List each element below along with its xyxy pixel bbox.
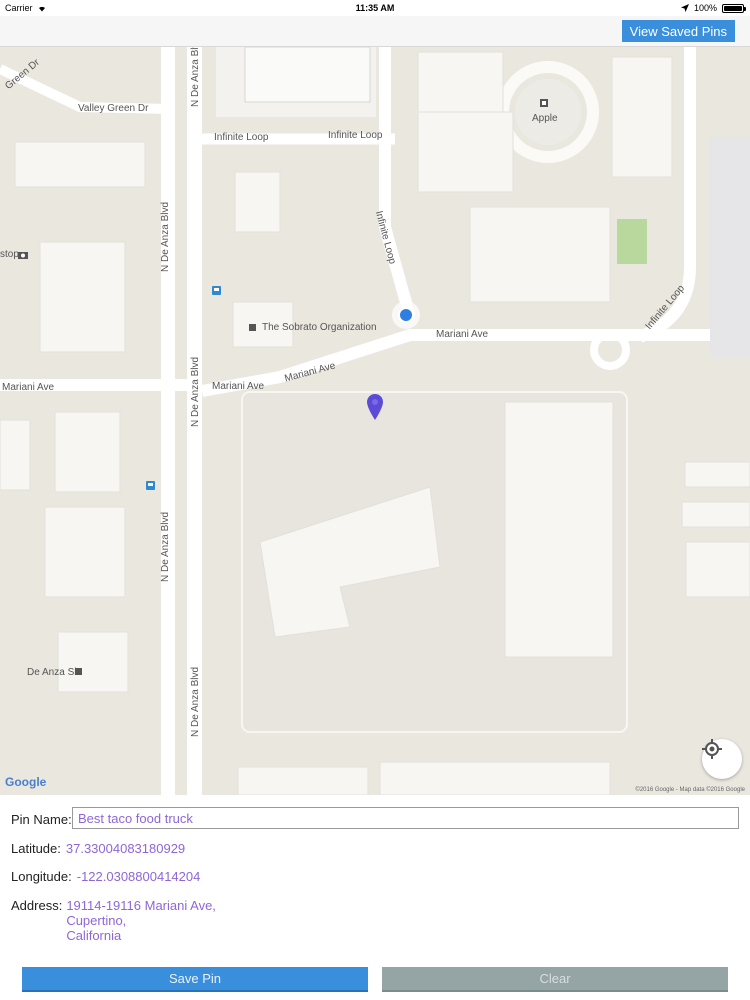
status-time: 11:35 AM — [355, 3, 395, 13]
address-row: Address: 19114-19116 Mariani Ave, Cupert… — [11, 898, 216, 943]
location-arrow-icon — [680, 4, 689, 12]
bus-stop-icon — [146, 481, 155, 490]
address-line-1: 19114-19116 Mariani Ave, — [66, 898, 216, 913]
google-logo: Google — [5, 775, 47, 789]
map-label-infinite-loop-2: Infinite Loop — [328, 130, 383, 141]
status-right: 100% — [680, 3, 746, 13]
map-label-de-anza-six: De Anza Six — [27, 667, 82, 678]
map-attribution[interactable]: ©2016 Google - Map data ©2016 Google — [635, 787, 745, 793]
current-location-dot[interactable] — [392, 301, 420, 329]
my-location-button[interactable] — [702, 739, 742, 779]
map-label-valley-green-dr: Valley Green Dr — [78, 103, 149, 114]
address-value: 19114-19116 Mariani Ave, Cupertino, Cali… — [66, 898, 216, 943]
map-label-n-de-anza-5: N De Anza Blvd — [190, 666, 201, 737]
map-label-n-de-anza-2: N De Anza Blvd — [160, 201, 171, 272]
de-anza-six-poi-icon — [75, 668, 82, 675]
navigation-bar: View Saved Pins — [0, 16, 750, 47]
map-label-n-de-anza-3: N De Anza Blvd — [190, 356, 201, 427]
address-label: Address: — [11, 898, 63, 913]
map-label-sobrato: The Sobrato Organization — [262, 322, 377, 333]
camera-poi-icon — [18, 252, 28, 259]
status-bar: Carrier 11:35 AM 100% — [0, 0, 750, 16]
battery-icon — [722, 3, 746, 13]
map-label-apple: Apple — [532, 113, 558, 124]
map-label-stop: stop — [0, 249, 19, 260]
latitude-label: Latitude: — [11, 841, 61, 856]
save-pin-button[interactable]: Save Pin — [22, 967, 368, 992]
crosshair-icon — [702, 739, 722, 759]
bus-stop-icon — [212, 286, 221, 295]
pin-name-input[interactable] — [72, 807, 739, 829]
map-label-n-de-anza-4: N De Anza Blvd — [160, 511, 171, 582]
map-label-mariani-ave-2: Mariani Ave — [212, 381, 265, 392]
pin-name-row: Pin Name: — [11, 812, 72, 827]
view-saved-pins-button[interactable]: View Saved Pins — [621, 20, 735, 42]
latitude-value: 37.33004083180929 — [65, 841, 186, 856]
map-pin-icon[interactable] — [367, 394, 383, 420]
map-canvas — [0, 47, 750, 795]
longitude-label: Longitude: — [11, 869, 72, 884]
map-label-mariani-ave-1: Mariani Ave — [2, 382, 55, 393]
latitude-row: Latitude: 37.33004083180929 — [11, 841, 185, 856]
longitude-row: Longitude: -122.0308800414204 — [11, 869, 200, 884]
sobrato-poi-icon — [249, 324, 256, 331]
pin-name-label: Pin Name: — [11, 812, 72, 827]
map-label-infinite-loop-1: Infinite Loop — [214, 132, 269, 143]
map-label-n-de-anza-1: N De Anza Blvd — [190, 47, 201, 107]
apple-poi-icon — [540, 99, 548, 107]
address-line-3: California — [66, 928, 122, 943]
battery-percent: 100% — [693, 3, 717, 13]
address-line-2: Cupertino, — [66, 913, 127, 928]
map-view[interactable]: Green Dr Valley Green Dr Infinite Loop I… — [0, 47, 750, 795]
clear-button[interactable]: Clear — [382, 967, 728, 992]
map-label-mariani-ave-4: Mariani Ave — [436, 329, 489, 340]
longitude-value: -122.0308800414204 — [76, 869, 201, 884]
